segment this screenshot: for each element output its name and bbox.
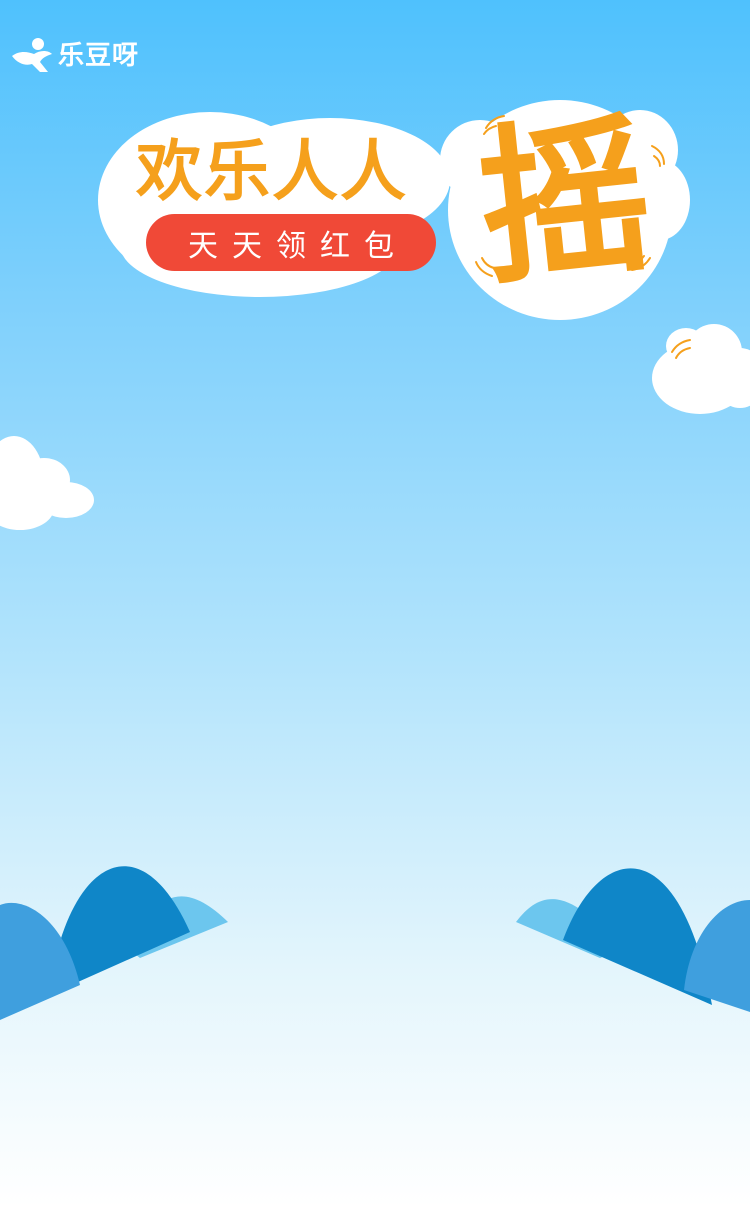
mountains-left bbox=[0, 866, 228, 1020]
shake-page: 乐豆呀 欢乐人人 天天领红包 摇 bbox=[0, 0, 750, 1207]
cloud-left bbox=[0, 436, 94, 530]
subtitle-badge: 天天领红包 bbox=[146, 214, 436, 271]
banner-title: 欢乐人人 bbox=[136, 133, 408, 210]
shake-character: 摇 bbox=[470, 95, 660, 311]
subtitle-text: 天天领红包 bbox=[188, 228, 408, 264]
cloud-right bbox=[652, 324, 750, 414]
mountains-right bbox=[516, 868, 750, 1012]
